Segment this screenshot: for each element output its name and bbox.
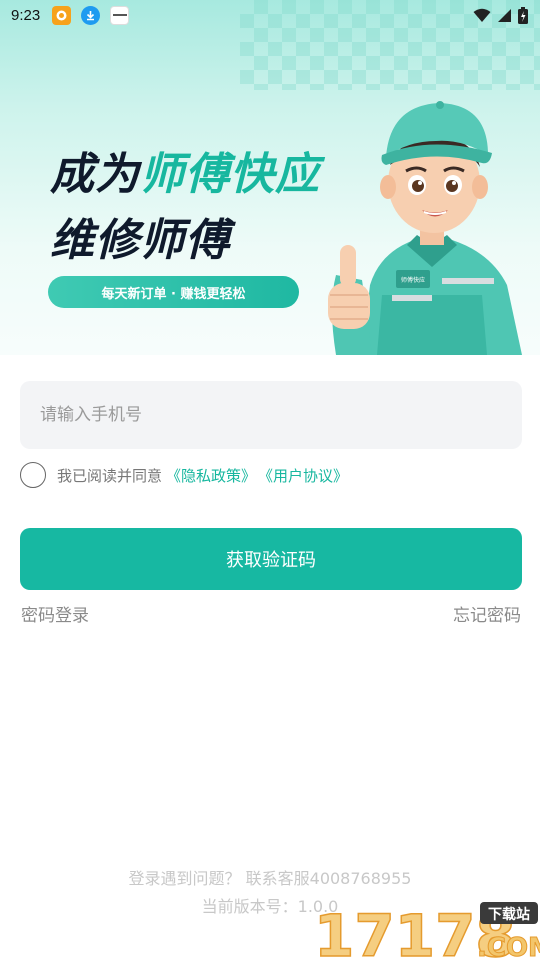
password-login-link[interactable]: 密码登录	[21, 601, 89, 626]
footer-contact: 登录遇到问题？ 联系客服4008768955	[128, 869, 412, 888]
worker-illustration: 师傅快应	[328, 101, 522, 355]
headline-prefix: 成为	[50, 149, 140, 200]
get-code-button[interactable]: 获取验证码	[20, 528, 522, 590]
hero-banner: 成为师傅快应 维修师傅 每天新订单 · 赚钱更轻松 师傅快应	[0, 0, 540, 355]
agreement-row: 我已阅读并同意 《隐私政策》 《用户协议》	[20, 462, 348, 488]
download-icon	[81, 5, 101, 25]
uniform-badge-text: 师傅快应	[401, 276, 425, 284]
slogan-pill: 每天新订单 · 赚钱更轻松	[48, 276, 299, 308]
status-bar: 9:23	[0, 0, 540, 30]
privacy-policy-link[interactable]: 《隐私政策》	[166, 465, 256, 486]
agree-checkbox[interactable]	[20, 462, 46, 488]
site-watermark-logo: 17178 下载站 .COM	[313, 901, 540, 960]
headline-brand: 师傅快应	[140, 149, 320, 200]
headline-line-2: 维修师傅	[50, 215, 230, 266]
headline-line-1: 成为师傅快应	[50, 138, 320, 202]
user-agreement-link[interactable]: 《用户协议》	[258, 465, 348, 486]
status-indicators	[473, 6, 528, 24]
watermark-tag: 下载站	[488, 906, 530, 923]
agree-text: 我已阅读并同意	[57, 466, 163, 485]
watermark-domain: .COM	[477, 933, 540, 960]
phone-input[interactable]	[20, 381, 522, 449]
status-time: 9:23	[11, 6, 41, 24]
forgot-password-link[interactable]: 忘记密码	[453, 601, 521, 626]
battery-charging-icon	[518, 6, 528, 24]
wifi-icon	[473, 8, 491, 22]
app-notification-icon	[52, 5, 72, 25]
signal-icon	[498, 8, 511, 22]
app-notification-icon-2	[110, 5, 130, 25]
